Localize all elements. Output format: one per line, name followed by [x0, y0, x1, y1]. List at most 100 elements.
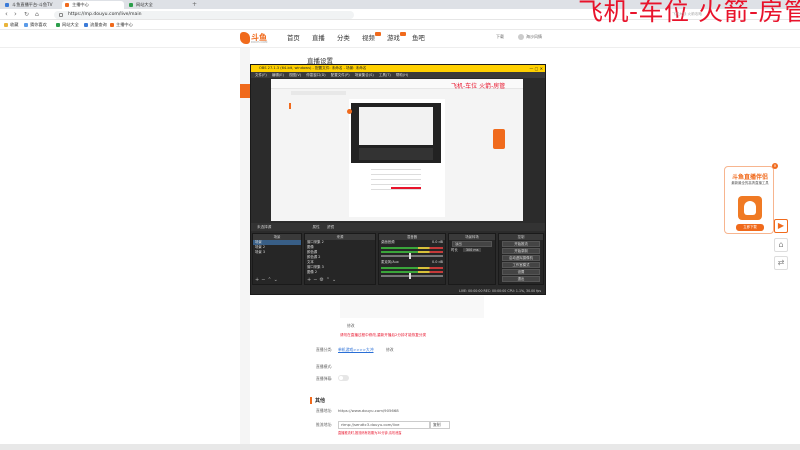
rtmp-label: 推流地址: — [316, 422, 333, 427]
bookmark-item[interactable]: 流量查询 — [84, 22, 107, 28]
tab-label: 网站大全 — [136, 2, 153, 7]
audio-meter — [381, 271, 443, 273]
obs-menu-item[interactable]: 文件(F) — [255, 73, 267, 77]
home-icon[interactable]: ⌂ — [35, 10, 39, 19]
exit-button[interactable]: 退出 — [502, 276, 540, 282]
category-warning: 请勿在直播过程中修改,重新开播后2分钟才能恢复分类 — [340, 333, 427, 337]
bookmark-item[interactable]: 收藏 — [4, 22, 18, 28]
danmaku-toggle[interactable] — [338, 375, 349, 381]
nav-live[interactable]: 直播 — [312, 34, 325, 42]
preview-orange-dot-icon — [347, 109, 352, 114]
sidebar-active-accent — [240, 84, 250, 98]
rtmp-input[interactable]: rtmp://sendtc3.douyu.com/live — [338, 421, 430, 429]
forward-icon[interactable]: › — [14, 10, 17, 19]
obs-menu-item[interactable]: 配置文件(P) — [331, 73, 350, 77]
preview-inner-accent — [289, 103, 291, 109]
scene-toolbar-icon[interactable]: +−⌃⌄ — [255, 277, 280, 283]
studio-mode-button[interactable]: 工作室模式 — [502, 262, 540, 268]
tab-site-directory[interactable]: 网站大全 — [126, 1, 188, 9]
source-toolbar-icon[interactable]: +−⚙⌃⌄ — [307, 277, 338, 283]
mixer-channel: 桌面音频 0.0 dB — [381, 240, 443, 244]
bookmark-item[interactable]: 主播中心 — [110, 22, 133, 28]
user-menu[interactable]: 海沙风情 — [518, 34, 542, 40]
obs-titlebar[interactable]: OBS 27.1.3 (64-bit, windows) - 配置文件: 未命名… — [251, 65, 545, 72]
sidebar-strip — [240, 48, 250, 444]
stream-overlay-small: 飞机大战 火箭攻略 — [672, 12, 702, 16]
obs-menu-item[interactable]: 工具(T) — [379, 73, 391, 77]
nav-home[interactable]: 首页 — [287, 34, 300, 42]
modify-label[interactable]: 修改 — [347, 323, 355, 329]
back-icon[interactable]: ‹ — [5, 10, 8, 19]
tab-douyu[interactable]: 斗鱼直播平台-斗鱼TV — [2, 1, 60, 9]
address-value: https://www.douyu.com/905668 — [338, 408, 399, 413]
volume-slider[interactable] — [381, 253, 443, 259]
bookmark-icon — [24, 23, 28, 27]
category-modify-button[interactable]: 修改 — [386, 347, 394, 353]
obs-preview[interactable]: 飞机-车位 火箭-房管 — [271, 79, 523, 221]
reload-icon[interactable]: ↻ — [24, 10, 29, 19]
preview-nested-canvas — [359, 107, 433, 145]
controls-dock: 控制 开始推流 开始录制 启动虚拟摄像机 工作室模式 设置 退出 — [498, 233, 544, 285]
nav-category[interactable]: 分类 — [337, 34, 350, 42]
mixer-dock: 混音器 桌面音频 0.0 dB 麦克风/Aux 0.0 dB — [378, 233, 446, 285]
share-icon[interactable]: ⇄ — [774, 256, 788, 270]
section-accent — [310, 397, 312, 404]
audio-meter — [381, 247, 443, 249]
start-streaming-button[interactable]: 开始推流 — [502, 241, 540, 247]
obs-menu-item[interactable]: 帮助(H) — [396, 73, 408, 77]
bookmark-item[interactable]: 网站大全 — [56, 22, 79, 28]
obs-window[interactable]: OBS 27.1.3 (64-bit, windows) - 配置文件: 未命名… — [250, 64, 546, 295]
preview-red-line — [391, 187, 421, 189]
tab-label: 主播中心 — [72, 2, 89, 7]
url-input[interactable]: https://mp.douyu.com/live/main — [54, 10, 354, 19]
bookmark-item[interactable]: 猜你喜欢 — [24, 22, 47, 28]
category-value[interactable]: 单机游戏>>>>大冲 — [338, 347, 374, 353]
new-badge — [399, 32, 406, 36]
home-icon[interactable]: ⌂ — [774, 238, 788, 252]
category-label: 直播分类: — [316, 347, 333, 352]
address-label: 直播地址: — [316, 408, 333, 413]
slider-handle[interactable] — [408, 273, 411, 279]
transitions-dock: 场景转场 淡出 时长 300 ms — [448, 233, 496, 285]
promo-card[interactable]: × 斗鱼直播伴侣 最新最全的高清直播工具 立即下载 — [724, 163, 778, 234]
start-recording-button[interactable]: 开始录制 — [502, 248, 540, 254]
obs-menu-item[interactable]: 场景集合(S) — [355, 73, 374, 77]
promo-download-button[interactable]: 立即下载 — [736, 224, 764, 231]
volume-slider[interactable] — [381, 273, 443, 279]
tab-favicon-icon — [5, 3, 9, 7]
download-link[interactable]: 下载 — [496, 34, 504, 40]
transition-select[interactable]: 淡出 — [452, 241, 492, 247]
lock-icon — [59, 12, 63, 17]
nav-game[interactable]: 游戏 — [387, 32, 406, 42]
star-icon — [4, 23, 8, 27]
close-icon[interactable]: × — [772, 163, 778, 169]
slider-handle[interactable] — [408, 253, 411, 259]
promo-subtitle: 最新最全的高清直播工具 — [731, 181, 769, 185]
preview-inner-bar — [291, 91, 346, 95]
preview-overlay-text: 飞机-车位 火箭-房管 — [451, 83, 506, 90]
new-tab-icon[interactable]: + — [192, 1, 197, 8]
nav-video[interactable]: 视频 — [362, 32, 381, 42]
properties-button[interactable]: 属性 — [313, 225, 320, 229]
obs-menu-item[interactable]: 视图(V) — [289, 73, 301, 77]
window-controls-icon[interactable]: — ▢ ✕ — [529, 65, 543, 72]
settings-button[interactable]: 设置 — [502, 269, 540, 275]
rtmp-copy-select[interactable]: 复制 — [430, 421, 450, 429]
obs-source-toolbar: 未选择源 属性 滤镜 — [251, 223, 545, 231]
preview-text-lines — [371, 169, 421, 209]
play-icon[interactable]: ▶ — [774, 219, 788, 233]
source-item[interactable]: 图像 2 — [305, 270, 375, 275]
filters-button[interactable]: 滤镜 — [327, 225, 334, 229]
obs-menu-item[interactable]: 编辑(E) — [272, 73, 284, 77]
promo-app-icon — [738, 196, 762, 220]
site-logo[interactable]: 斗鱼 DOUYU.COM — [240, 32, 270, 45]
qr-placeholder — [340, 296, 484, 318]
nav-fishbar[interactable]: 鱼吧 — [412, 34, 425, 42]
mixer-channel: 麦克风/Aux 0.0 dB — [381, 260, 443, 264]
tab-anchor-center[interactable]: 主播中心 — [62, 1, 124, 9]
tab-favicon-icon — [65, 3, 69, 7]
virtual-camera-button[interactable]: 启动虚拟摄像机 — [502, 255, 540, 261]
scene-item[interactable]: 场景 3 — [253, 250, 301, 255]
site-header: 斗鱼 DOUYU.COM 首页 直播 分类 视频 游戏 鱼吧 下载 海沙风情 — [0, 30, 800, 48]
obs-menu-item[interactable]: 停靠窗口(D) — [306, 73, 325, 77]
